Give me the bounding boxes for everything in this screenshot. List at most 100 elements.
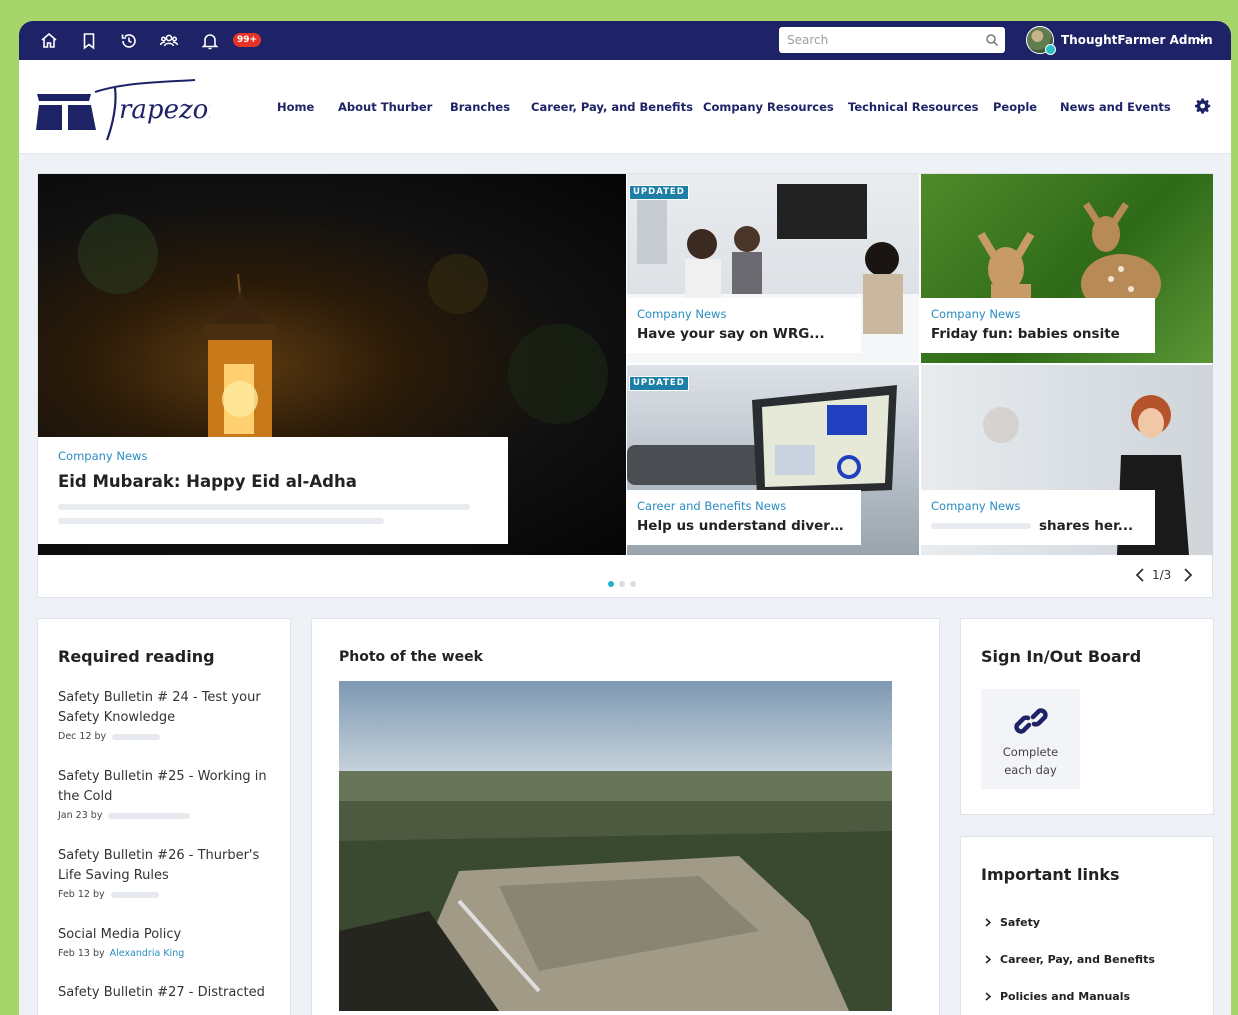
tile-category[interactable]: Company News <box>931 499 1145 513</box>
tile-title[interactable]: Help us understand diversity ... <box>637 518 851 534</box>
tile-caption: Career and Benefits News Help us underst… <box>627 490 861 545</box>
tile-title[interactable]: shares her... <box>1039 518 1133 534</box>
chevron-down-icon[interactable] <box>1196 34 1208 46</box>
reading-meta: Feb 13 by Alexandria King <box>58 948 278 959</box>
nav-technical-resources[interactable]: Technical Resources <box>848 100 979 114</box>
reading-by: by <box>92 889 105 900</box>
reading-by: by <box>92 948 105 959</box>
history-icon[interactable] <box>119 31 139 51</box>
reading-meta: Feb 12 by <box>58 889 278 900</box>
bell-icon[interactable] <box>200 31 220 51</box>
reading-date: Jan 23 <box>58 810 88 821</box>
tile-caption: Company News shares her... <box>921 490 1155 545</box>
carousel-tile[interactable]: UPDATED Career and Benefits News Help us… <box>627 365 919 555</box>
news-carousel: Company News Eid Mubarak: Happy Eid al-A… <box>37 173 1213 598</box>
tile-title[interactable]: Have your say on WRG... <box>637 326 851 342</box>
chevron-left-icon[interactable] <box>1134 566 1146 584</box>
carousel-main-slide[interactable]: Company News Eid Mubarak: Happy Eid al-A… <box>38 174 626 555</box>
tile-title-row: shares her... <box>931 518 1145 534</box>
reading-by: by <box>94 731 107 742</box>
svg-text:rapezoid: rapezoid <box>119 95 210 125</box>
search-icon[interactable] <box>985 33 999 47</box>
tile-category[interactable]: Company News <box>931 307 1145 321</box>
reading-date: Feb 13 <box>58 948 90 959</box>
list-item: Safety Bulletin # 24 - Test your Safety … <box>58 688 278 742</box>
reading-title[interactable]: Safety Bulletin #26 - Thurber's Life Sav… <box>58 846 278 886</box>
carousel-dot[interactable] <box>630 581 636 587</box>
carousel-tile[interactable]: Company News Friday fun: babies onsite <box>921 174 1213 363</box>
pager-text: 1/3 <box>1152 568 1172 582</box>
reading-meta: Jan 23 by <box>58 810 278 821</box>
list-item: Safety Bulletin #25 - Working in the Col… <box>58 767 278 821</box>
reading-title[interactable]: Safety Bulletin #25 - Working in the Col… <box>58 767 278 807</box>
reading-meta: Dec 12 by <box>58 731 278 742</box>
text-placeholder <box>108 812 191 819</box>
top-bar: 99+ ThoughtFarmer Admin <box>19 21 1231 60</box>
chevron-right-icon[interactable] <box>1182 566 1194 584</box>
reading-by: by <box>90 810 103 821</box>
user-name[interactable]: ThoughtFarmer Admin <box>1061 33 1213 47</box>
slide-category[interactable]: Company News <box>58 449 488 463</box>
carousel-dot[interactable] <box>619 581 625 587</box>
nav-career[interactable]: Career, Pay, and Benefits <box>531 100 693 114</box>
aerial-photo[interactable] <box>339 681 892 1011</box>
tile-title[interactable]: Friday fun: babies onsite <box>931 326 1145 342</box>
notification-badge: 99+ <box>233 33 262 47</box>
carousel-tile[interactable]: UPDATED Company News Have your say on WR… <box>627 174 919 363</box>
list-item: Safety Bulletin #26 - Thurber's Life Sav… <box>58 846 278 900</box>
important-link[interactable]: Policies and Manuals <box>985 990 1130 1003</box>
important-link-label[interactable]: Career, Pay, and Benefits <box>1000 953 1155 966</box>
list-item: Safety Bulletin #27 - Distracted <box>58 983 278 1003</box>
site-header: rapezoid Home About Thurber Branches Car… <box>19 60 1231 154</box>
link-icon <box>1013 708 1048 734</box>
reading-title[interactable]: Social Media Policy <box>58 925 278 945</box>
updated-badge: UPDATED <box>629 185 689 200</box>
bookmark-icon[interactable] <box>79 31 99 51</box>
card-title: Sign In/Out Board <box>981 647 1142 666</box>
chevron-right-icon <box>985 992 991 1001</box>
required-reading-card: Required reading Safety Bulletin # 24 - … <box>37 618 291 1015</box>
text-placeholder <box>110 891 159 898</box>
nav-about[interactable]: About Thurber <box>338 100 432 114</box>
sign-board-label: Complete each day <box>1002 745 1059 777</box>
nav-branches[interactable]: Branches <box>450 100 510 114</box>
nav-people[interactable]: People <box>993 100 1037 114</box>
tile-category[interactable]: Career and Benefits News <box>637 499 851 513</box>
important-link[interactable]: Career, Pay, and Benefits <box>985 953 1155 966</box>
app-window: 99+ ThoughtFarmer Admin rapezoid Home Ab… <box>19 21 1231 1015</box>
sign-board-card: Sign In/Out Board Complete each day <box>960 618 1214 815</box>
card-title: Required reading <box>58 647 215 666</box>
gear-icon[interactable] <box>1195 98 1211 114</box>
important-link-label[interactable]: Policies and Manuals <box>1000 990 1130 1003</box>
reading-author[interactable]: Alexandria King <box>110 948 185 959</box>
reading-date: Dec 12 <box>58 731 92 742</box>
nav-home[interactable]: Home <box>277 100 314 114</box>
updated-badge: UPDATED <box>629 376 689 391</box>
card-title: Important links <box>981 865 1120 884</box>
tile-category[interactable]: Company News <box>637 307 851 321</box>
important-link[interactable]: Safety <box>985 916 1040 929</box>
people-icon[interactable] <box>159 31 179 51</box>
carousel-tile[interactable]: Company News shares her... <box>921 365 1213 555</box>
reading-title[interactable]: Safety Bulletin # 24 - Test your Safety … <box>58 688 278 728</box>
sign-board-link[interactable]: Complete each day <box>981 689 1080 789</box>
home-icon[interactable] <box>39 31 59 51</box>
nav-company-resources[interactable]: Company Resources <box>703 100 834 114</box>
text-placeholder <box>58 518 384 524</box>
slide-title[interactable]: Eid Mubarak: Happy Eid al-Adha <box>58 472 488 491</box>
text-placeholder <box>58 504 470 510</box>
text-placeholder <box>931 523 1031 529</box>
carousel-dots <box>608 572 641 591</box>
site-logo[interactable]: rapezoid <box>35 74 210 144</box>
carousel-dot[interactable] <box>608 581 614 587</box>
chevron-right-icon <box>985 918 991 927</box>
important-link-label[interactable]: Safety <box>1000 916 1040 929</box>
reading-title[interactable]: Safety Bulletin #27 - Distracted <box>58 983 278 1003</box>
important-links-card: Important links Safety Career, Pay, and … <box>960 836 1214 1015</box>
photo-of-week-card: Photo of the week <box>311 618 940 1015</box>
nav-news-events[interactable]: News and Events <box>1060 100 1171 114</box>
search-input[interactable] <box>779 27 1005 53</box>
reading-date: Feb 12 <box>58 889 90 900</box>
online-status-dot <box>1045 44 1056 55</box>
tile-caption: Company News Friday fun: babies onsite <box>921 298 1155 353</box>
